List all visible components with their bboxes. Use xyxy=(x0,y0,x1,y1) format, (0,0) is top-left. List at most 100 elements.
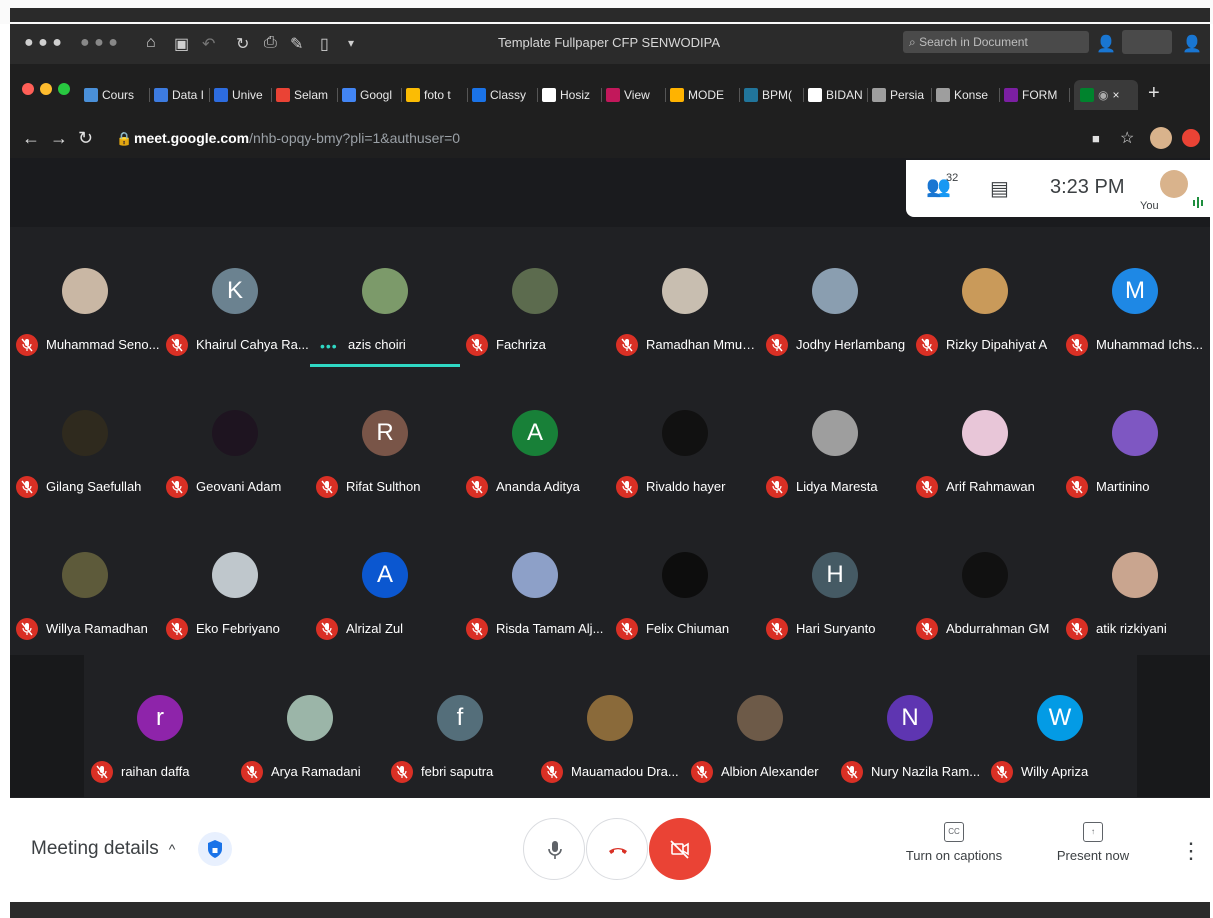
participant-tile[interactable]: Jodhy Herlambang xyxy=(760,228,910,370)
participant-name: Muhammad Seno... xyxy=(46,337,160,352)
participant-tile[interactable]: atik rizkiyani xyxy=(1060,512,1210,654)
share-person-icon[interactable]: 👤 xyxy=(1096,34,1116,54)
lock-icon[interactable]: 🔒 xyxy=(116,131,132,147)
meeting-details-button[interactable]: Meeting details ^ xyxy=(31,838,175,860)
tab-label: Unive xyxy=(232,88,263,102)
participant-avatar: M xyxy=(1112,268,1158,314)
participant-tile[interactable]: M Muhammad Ichs... xyxy=(1060,228,1210,370)
tab-2[interactable]: Unive xyxy=(214,86,272,104)
participant-tile[interactable]: Arif Rahmawan xyxy=(910,370,1060,512)
participant-tile[interactable]: Martinino xyxy=(1060,370,1210,512)
participant-tile[interactable]: Lidya Maresta xyxy=(760,370,910,512)
participant-tile[interactable]: Eko Febriyano xyxy=(160,512,310,654)
traffic-lights-icon[interactable]: ● ● ● xyxy=(24,34,62,52)
tab-4[interactable]: Googl xyxy=(342,86,402,104)
reload-icon[interactable]: ↻ xyxy=(78,128,93,149)
participant-tile[interactable]: H Hari Suryanto xyxy=(760,512,910,654)
new-document-icon[interactable]: ▯ xyxy=(320,34,329,54)
participant-tile[interactable]: Willya Ramadhan xyxy=(10,512,160,654)
camera-toggle-button[interactable] xyxy=(649,818,711,880)
close-window-icon[interactable] xyxy=(22,83,34,95)
participant-tile[interactable]: Muhammad Seno... xyxy=(10,228,160,370)
undo-icon[interactable]: ↶ xyxy=(202,34,215,54)
tab-close-icon[interactable]: × xyxy=(1112,88,1119,102)
tab-1[interactable]: Data I xyxy=(154,86,210,104)
participant-tile[interactable]: W Willy Apriza xyxy=(985,655,1135,797)
print-icon[interactable]: ⎙ xyxy=(264,34,277,52)
new-tab-button[interactable]: + xyxy=(1148,82,1160,105)
extension-icon[interactable] xyxy=(1182,129,1200,147)
maximize-window-icon[interactable] xyxy=(58,83,70,95)
participant-tile[interactable]: Ramadhan Mmuh... xyxy=(610,228,760,370)
participant-tile[interactable]: A Ananda Aditya xyxy=(460,370,610,512)
microphone-button[interactable] xyxy=(523,818,585,880)
muted-mic-icon xyxy=(466,618,488,640)
profile-avatar[interactable] xyxy=(1150,127,1172,149)
account-button[interactable] xyxy=(1122,30,1172,54)
tab-6[interactable]: Classy xyxy=(472,86,538,104)
tab-14[interactable]: FORM xyxy=(1004,86,1070,104)
tab-separator xyxy=(149,88,150,102)
tab-0[interactable]: Cours xyxy=(84,86,150,104)
tab-12[interactable]: Persia xyxy=(872,86,932,104)
tab-separator xyxy=(337,88,338,102)
edit-icon[interactable]: ✎ xyxy=(290,34,303,54)
participant-tile[interactable]: Mauamadou Dra... xyxy=(535,655,685,797)
bookmark-star-icon[interactable]: ☆ xyxy=(1120,128,1134,148)
search-in-document-field[interactable]: ⌕ Search in Document xyxy=(903,31,1089,53)
participant-tile[interactable]: N Nury Nazila Ram... xyxy=(835,655,985,797)
participant-tile[interactable]: A Alrizal Zul xyxy=(310,512,460,654)
participant-tile[interactable]: Risda Tamam Alj... xyxy=(460,512,610,654)
participant-tile[interactable]: Rizky Dipahiyat A xyxy=(910,228,1060,370)
participant-tile[interactable]: Geovani Adam xyxy=(160,370,310,512)
tab-3[interactable]: Selam xyxy=(276,86,338,104)
redo-icon[interactable]: ↻ xyxy=(236,34,249,54)
participant-tile[interactable]: Gilang Saefullah xyxy=(10,370,160,512)
more-options-icon[interactable]: ⋮ xyxy=(1180,838,1202,864)
tab-9[interactable]: MODE xyxy=(670,86,740,104)
customize-chevron-icon[interactable]: ▾ xyxy=(348,36,354,50)
participant-avatar: W xyxy=(1037,695,1083,741)
participant-tile[interactable]: ••• azis choiri xyxy=(310,228,460,370)
leave-call-button[interactable] xyxy=(586,818,648,880)
muted-mic-icon xyxy=(766,334,788,356)
participant-tile[interactable]: r raihan daffa xyxy=(85,655,235,797)
muted-mic-icon xyxy=(166,476,188,498)
captions-label: Turn on captions xyxy=(905,848,1003,863)
participant-tile[interactable]: Rivaldo hayer xyxy=(610,370,760,512)
participant-tile[interactable]: Arya Ramadani xyxy=(235,655,385,797)
profile-icon[interactable]: 👤 xyxy=(1182,34,1202,54)
chat-icon[interactable]: ▤ xyxy=(990,176,1009,201)
forward-icon[interactable]: → xyxy=(50,128,68,149)
participant-tile[interactable]: Albion Alexander xyxy=(685,655,835,797)
participant-tile[interactable]: R Rifat Sulthon xyxy=(310,370,460,512)
tab-7[interactable]: Hosiz xyxy=(542,86,602,104)
participant-tile[interactable]: f febri saputra xyxy=(385,655,535,797)
save-icon[interactable]: ▣ xyxy=(174,34,189,54)
participant-avatar: K xyxy=(212,268,258,314)
tab-5[interactable]: foto t xyxy=(406,86,468,104)
camera-indicator-icon[interactable]: ■ xyxy=(1092,131,1100,146)
participant-tile[interactable]: Felix Chiuman xyxy=(610,512,760,654)
participant-avatar xyxy=(62,552,108,598)
muted-mic-icon xyxy=(616,476,638,498)
home-icon[interactable]: ⌂ xyxy=(146,34,156,52)
participant-tile[interactable]: Abdurrahman GM xyxy=(910,512,1060,654)
tab-10[interactable]: BPM( xyxy=(744,86,804,104)
minimize-window-icon[interactable] xyxy=(40,83,52,95)
url-field[interactable]: meet.google.com/nhb-opqy-bmy?pli=1&authu… xyxy=(134,130,460,146)
host-controls-shield-icon[interactable] xyxy=(198,832,232,866)
captions-button[interactable]: CC Turn on captions xyxy=(899,822,1009,863)
tab-8[interactable]: View xyxy=(606,86,666,104)
tab-active-meet[interactable]: ◉ × xyxy=(1074,80,1138,110)
participant-tile[interactable]: K Khairul Cahya Ra... xyxy=(160,228,310,370)
back-icon[interactable]: ← xyxy=(22,128,40,149)
self-avatar[interactable] xyxy=(1160,170,1188,198)
tab-favicon-icon xyxy=(214,88,228,102)
participant-tile[interactable]: Fachriza xyxy=(460,228,610,370)
tab-13[interactable]: Konse xyxy=(936,86,1000,104)
tab-label: Data I xyxy=(172,88,205,102)
window-buttons-icon[interactable]: ● ● ● xyxy=(80,34,118,52)
tab-11[interactable]: BIDAN xyxy=(808,86,868,104)
present-now-button[interactable]: ↑ Present now xyxy=(1038,822,1148,863)
